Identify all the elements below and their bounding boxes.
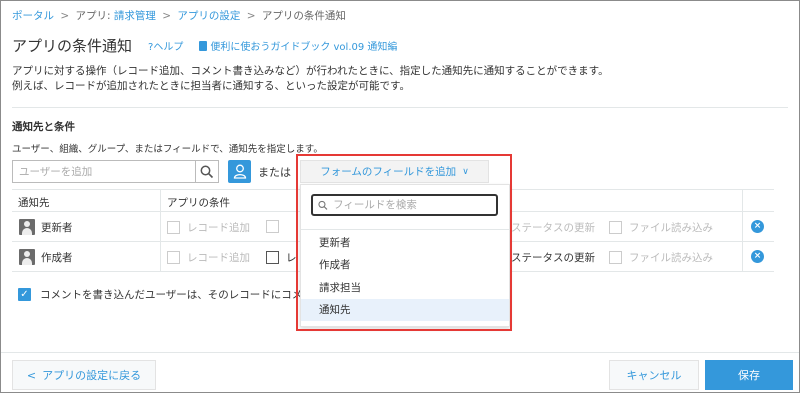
book-icon bbox=[199, 40, 208, 51]
breadcrumb-separator: > bbox=[60, 10, 70, 22]
checkbox-checked-icon: ✓ bbox=[18, 288, 31, 301]
column-header-recipient: 通知先 bbox=[18, 197, 50, 209]
comment-checkbox[interactable]: レ bbox=[266, 250, 297, 265]
column-divider bbox=[742, 242, 743, 271]
remove-row-button[interactable]: × bbox=[751, 220, 764, 233]
status-update-checkbox[interactable]: ステータスの更新 bbox=[511, 250, 595, 265]
breadcrumb: ポータル > アプリ: 請求管理 > アプリの設定 > アプリの条件通知 bbox=[12, 8, 346, 23]
record-add-label: レコード追加 bbox=[187, 222, 250, 234]
comment-option[interactable]: ✓ コメントを書き込んだユーザーは、そのレコードにコメ bbox=[18, 287, 302, 302]
checkbox-box bbox=[266, 251, 279, 264]
column-divider bbox=[160, 190, 161, 211]
back-button-label: アプリの設定に戻る bbox=[42, 369, 142, 382]
comment-label-partial: レ bbox=[286, 252, 297, 264]
guide-link[interactable]: 便利に使おうガイドブック vol.09 通知編 bbox=[199, 38, 397, 53]
column-header-conditions: アプリの条件 bbox=[167, 197, 230, 209]
checkbox-box bbox=[609, 251, 622, 264]
file-read-checkbox[interactable]: ファイル読み込み bbox=[609, 220, 713, 235]
back-to-settings-button[interactable]: < アプリの設定に戻る bbox=[12, 360, 156, 390]
user-picker-button[interactable] bbox=[228, 160, 251, 183]
breadcrumb-app-name[interactable]: 請求管理 bbox=[114, 10, 156, 22]
status-update-label: ステータスの更新 bbox=[511, 252, 595, 264]
column-divider bbox=[160, 242, 161, 271]
checkbox-box bbox=[167, 221, 180, 234]
or-label: または bbox=[258, 166, 291, 179]
breadcrumb-current: アプリの条件通知 bbox=[261, 10, 346, 22]
user-search-input[interactable] bbox=[13, 161, 195, 182]
breadcrumb-separator: > bbox=[162, 10, 172, 22]
recipient-name: 作成者 bbox=[41, 252, 73, 264]
status-update-checkbox[interactable]: ステータスの更新 bbox=[511, 220, 595, 235]
section-title: 通知先と条件 bbox=[12, 121, 75, 133]
checkbox-box bbox=[609, 221, 622, 234]
user-search-box bbox=[12, 160, 196, 183]
comment-checkbox[interactable] bbox=[266, 220, 286, 233]
user-search-button[interactable] bbox=[196, 160, 219, 183]
breadcrumb-app-prefix: アプリ: bbox=[75, 10, 111, 22]
page-title: アプリの条件通知 bbox=[12, 37, 133, 55]
help-link[interactable]: ?ヘルプ bbox=[148, 38, 183, 53]
description-line-1: アプリに対する操作（レコード追加、コメント書き込みなど）が行われたときに、指定し… bbox=[12, 65, 609, 77]
title-row: アプリの条件通知 ?ヘルプ 便利に使おうガイドブック vol.09 通知編 bbox=[12, 35, 397, 56]
divider bbox=[12, 107, 788, 108]
breadcrumb-settings[interactable]: アプリの設定 bbox=[177, 10, 240, 22]
avatar bbox=[19, 219, 35, 235]
user-icon bbox=[233, 164, 246, 179]
description-line-2: 例えば、レコードが追加されたときに担当者に通知する、といった設定が可能です。 bbox=[12, 80, 410, 92]
search-icon bbox=[200, 165, 214, 178]
section-description: ユーザー、組織、グループ、またはフィールドで、通知先を指定します。 bbox=[12, 144, 323, 155]
file-read-label: ファイル読み込み bbox=[629, 252, 713, 264]
breadcrumb-portal[interactable]: ポータル bbox=[12, 10, 54, 22]
page-description: アプリに対する操作（レコード追加、コメント書き込みなど）が行われたときに、指定し… bbox=[12, 64, 609, 94]
record-add-checkbox[interactable]: レコード追加 bbox=[167, 250, 250, 265]
checkbox-box bbox=[266, 220, 279, 233]
status-update-label: ステータスの更新 bbox=[511, 222, 595, 234]
record-add-checkbox[interactable]: レコード追加 bbox=[167, 220, 250, 235]
column-divider bbox=[160, 212, 161, 241]
column-divider bbox=[742, 190, 743, 211]
avatar bbox=[19, 249, 35, 265]
cancel-button[interactable]: キャンセル bbox=[609, 360, 699, 390]
checkbox-box bbox=[167, 251, 180, 264]
breadcrumb-separator: > bbox=[246, 10, 256, 22]
comment-option-label: コメントを書き込んだユーザーは、そのレコードにコメ bbox=[40, 289, 303, 301]
save-button[interactable]: 保存 bbox=[705, 360, 793, 390]
remove-row-button[interactable]: × bbox=[751, 250, 764, 263]
chevron-left-icon: < bbox=[26, 368, 37, 382]
recipient-name: 更新者 bbox=[41, 222, 73, 234]
footer-divider bbox=[1, 352, 799, 353]
record-add-label: レコード追加 bbox=[187, 252, 250, 264]
file-read-checkbox[interactable]: ファイル読み込み bbox=[609, 250, 713, 265]
column-divider bbox=[742, 212, 743, 241]
guide-link-label: 便利に使おうガイドブック vol.09 通知編 bbox=[210, 42, 398, 53]
highlight-box bbox=[296, 154, 512, 331]
file-read-label: ファイル読み込み bbox=[629, 222, 713, 234]
